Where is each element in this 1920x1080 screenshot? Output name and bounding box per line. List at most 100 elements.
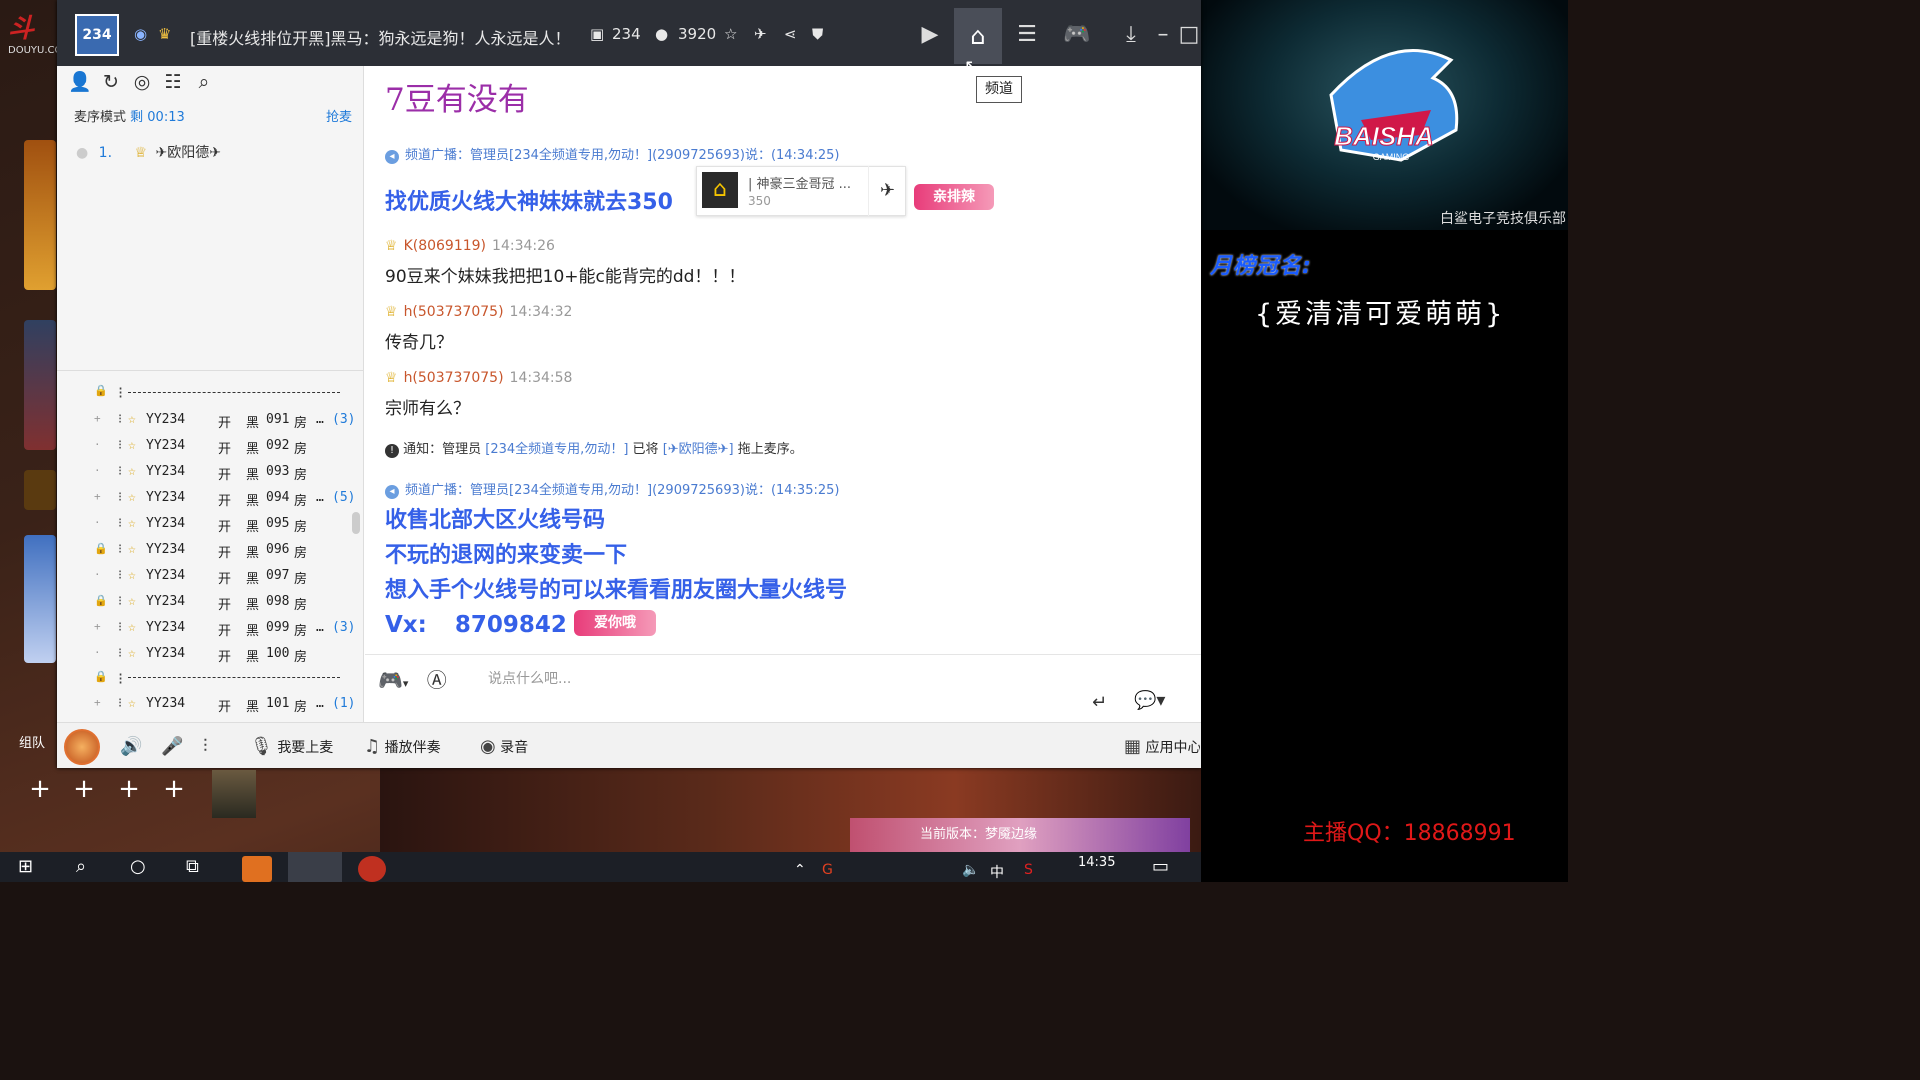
taskbar-clock[interactable]: 14:35 <box>1078 855 1115 870</box>
gamepad-icon[interactable]: 🎮 <box>1060 18 1094 52</box>
host-qq: 主播QQ：18868991 <box>1303 821 1516 846</box>
room-exp[interactable]: · <box>94 438 101 451</box>
room-exp[interactable]: + <box>94 696 101 709</box>
star-icon: ☆ <box>128 516 136 531</box>
lock-icon: 🔒 <box>94 384 108 397</box>
room-exp[interactable]: 🔒 <box>94 542 108 555</box>
room-fang: 房 <box>294 468 308 483</box>
tray-app-icon[interactable]: S <box>1024 862 1033 878</box>
tray-app-icon[interactable]: G <box>822 862 833 878</box>
notification-icon[interactable]: ▭ <box>1152 856 1169 877</box>
avatar[interactable] <box>64 729 100 765</box>
add-slot-icon[interactable]: + <box>69 774 99 804</box>
mic-queue-item[interactable]: ● 1. ♕ ✈欧阳德✈ <box>76 142 221 162</box>
add-slot-icon[interactable]: + <box>159 774 189 804</box>
speaker-icon[interactable]: 🔊 <box>120 736 142 757</box>
room-row[interactable]: 🔒 ⁝ ☆ YY234 开黑 098 房 <box>94 590 360 616</box>
ime-indicator[interactable]: 中 <box>990 862 1004 882</box>
fly-icon[interactable]: ✈ <box>868 166 906 216</box>
task-view-icon[interactable]: ⧉ <box>186 856 199 877</box>
room-row[interactable]: 🔒 ⁝ ☆ YY234 开黑 096 房 <box>94 538 360 564</box>
room-row[interactable]: · ⁝ ☆ YY234 开黑 100 房 <box>94 642 360 668</box>
room-row[interactable]: + ⁝ ☆ YY234 开黑 091 房 … (3) <box>94 408 360 434</box>
vx-line: Vx: 8709842 <box>385 612 567 638</box>
room-exp[interactable]: · <box>94 516 101 529</box>
refresh-icon[interactable]: ↻ <box>97 71 125 93</box>
message-header: ♕ K(8069119) 14:34:26 <box>385 238 555 254</box>
room-exp[interactable]: + <box>94 412 101 425</box>
room-exp[interactable]: 🔒 <box>94 594 108 607</box>
room-row[interactable]: · ⁝ ☆ YY234 开黑 097 房 <box>94 564 360 590</box>
channel-avatar[interactable]: 234 <box>75 14 119 56</box>
volume-icon[interactable]: 🔈 <box>962 862 979 878</box>
video-icon[interactable]: ▶ <box>913 18 947 52</box>
room-exp[interactable]: + <box>94 620 101 633</box>
equalizer-icon[interactable]: ⫶ <box>203 736 208 757</box>
apps-button[interactable]: ▦ 应用中心 <box>1124 736 1200 757</box>
room-fang: 房 <box>294 624 308 639</box>
chat-bubble-icon[interactable]: 💬▾ <box>1134 690 1165 711</box>
game-taskbar-icon[interactable] <box>358 856 386 882</box>
notice-icon: ! <box>385 444 399 458</box>
share-card-title: | 神豪三金哥冠 ... <box>748 177 852 192</box>
message-nick[interactable]: K(8069119) <box>404 238 486 254</box>
room-row[interactable]: · ⁝ ☆ YY234 开黑 093 房 <box>94 460 360 486</box>
room-row[interactable]: + ⁝ ☆ YY234 开黑 094 房 … (5) <box>94 486 360 512</box>
download-icon[interactable]: ⤓ <box>1114 18 1148 52</box>
room-row[interactable]: + ⁝ ☆ YY234 开黑 099 房 … (3) <box>94 616 360 642</box>
notice-user[interactable]: [✈欧阳德✈] <box>663 442 734 457</box>
microphone-icon[interactable]: 🎤 <box>161 736 183 757</box>
maximize-icon[interactable]: □ <box>1178 18 1200 52</box>
members-icon[interactable]: 👤 <box>66 70 94 93</box>
room-kai: 开 <box>218 442 232 457</box>
room-exp[interactable]: · <box>94 646 101 659</box>
emoji-gamepad-icon[interactable]: 🎮 <box>378 668 403 692</box>
yy-taskbar-icon[interactable] <box>288 852 342 882</box>
share-icon[interactable]: ⋖ <box>784 25 797 43</box>
chat-input[interactable]: 说点什么吧... <box>488 668 571 688</box>
room-hei: 黑 <box>246 572 260 587</box>
minimize-icon[interactable]: – <box>1146 18 1180 52</box>
cortana-icon[interactable]: ○ <box>130 856 146 877</box>
favorite-star-icon[interactable]: ☆ <box>724 25 737 43</box>
star-icon: ☆ <box>128 594 136 609</box>
tree-bar: ⁝ <box>118 620 123 635</box>
enter-send-icon[interactable]: ↵ <box>1092 692 1107 713</box>
room-exp[interactable]: + <box>94 490 101 503</box>
room-row[interactable]: · ⁝ ☆ YY234 开黑 095 房 <box>94 512 360 538</box>
star-icon: ☆ <box>128 412 136 427</box>
windows-start-icon[interactable]: ⊞ <box>18 856 33 877</box>
message-nick[interactable]: h(503737075) <box>404 304 504 320</box>
chevron-down-icon[interactable]: ▾ <box>403 677 409 690</box>
play-music-button[interactable]: ♫ 播放伴奏 <box>364 736 441 757</box>
tree-bar: ⁝ <box>118 412 123 427</box>
room-dots: … <box>316 490 324 505</box>
notes-icon[interactable]: ☷ <box>159 71 187 93</box>
location-icon[interactable]: ◎ <box>128 71 156 93</box>
grab-mic-button[interactable]: 抢麦 <box>326 106 352 125</box>
message-text: 90豆来个妹妹我把把10+能c能背完的dd！！！ <box>385 267 746 287</box>
room-hei: 黑 <box>246 520 260 535</box>
search-icon[interactable]: ⌕ <box>76 856 86 877</box>
app-icon-1[interactable] <box>242 856 272 882</box>
search-icon[interactable]: ⌕ <box>190 71 218 93</box>
room-row[interactable]: + ⁝ ☆ YY234 开黑 101 房 … (1) <box>94 692 360 718</box>
record-button[interactable]: ◉ 录音 <box>480 736 528 757</box>
add-slot-icon[interactable]: + <box>114 774 144 804</box>
font-style-icon[interactable]: Ⓐ <box>427 668 447 692</box>
list-icon[interactable]: ☰ <box>1010 18 1044 52</box>
add-slot-icon[interactable]: + <box>25 774 55 804</box>
room-row[interactable]: · ⁝ ☆ YY234 开黑 092 房 <box>94 434 360 460</box>
room-exp[interactable]: · <box>94 568 101 581</box>
vx-label: Vx: <box>385 612 427 638</box>
room-hei: 黑 <box>246 494 260 509</box>
room-list-scrollbar[interactable] <box>352 512 360 534</box>
fly-icon[interactable]: ✈ <box>754 25 767 43</box>
tray-chevron-up-icon[interactable]: ⌃ <box>794 862 806 878</box>
mic-up-button[interactable]: 🎙 我要上麦 <box>250 736 333 757</box>
tree-bar: ⁝ <box>118 490 123 505</box>
notice-admin[interactable]: [234全频道专用,勿动！] <box>485 442 628 457</box>
report-icon[interactable]: ⛊ <box>812 25 823 43</box>
message-nick[interactable]: h(503737075) <box>404 370 504 386</box>
room-exp[interactable]: · <box>94 464 101 477</box>
